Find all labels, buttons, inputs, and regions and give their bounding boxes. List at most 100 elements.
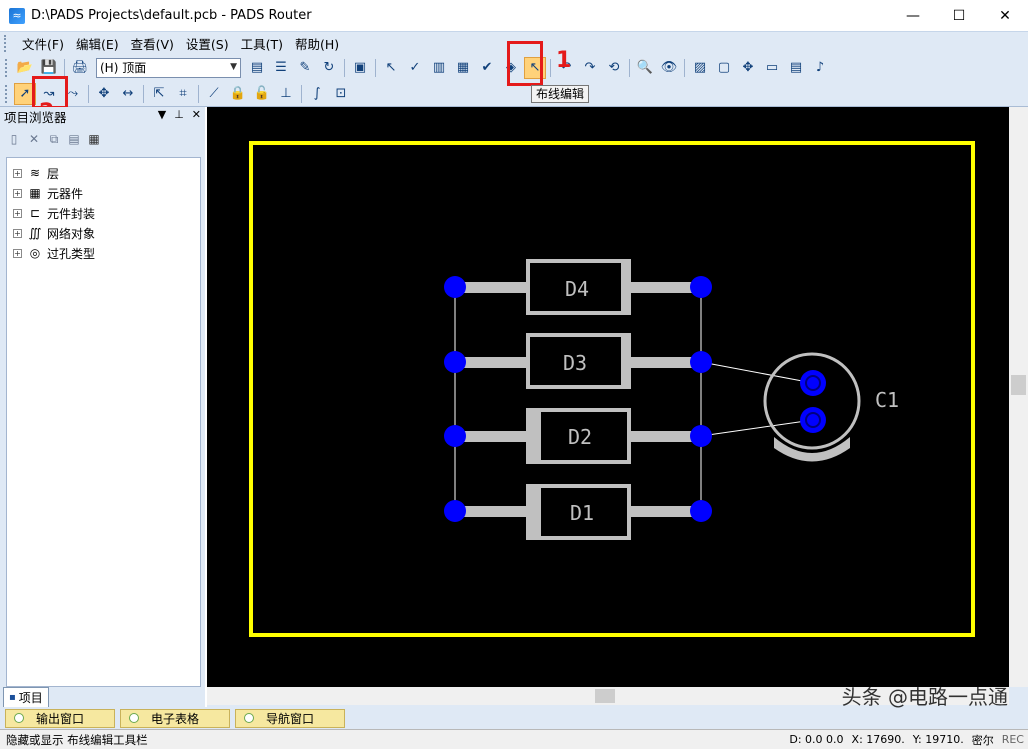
tree-item-via-types[interactable]: + ◎ 过孔类型: [7, 243, 200, 263]
separator: [88, 84, 89, 103]
tab-navigator[interactable]: 导航窗口: [235, 708, 345, 728]
redo-icon[interactable]: ↷: [579, 57, 601, 79]
menu-tools[interactable]: 工具(T): [235, 34, 289, 53]
tab-project[interactable]: ▪ 项目: [3, 687, 49, 707]
via-icon[interactable]: ⊥: [275, 83, 297, 105]
group-select-icon[interactable]: ⌗: [172, 83, 194, 105]
status-y: Y: 19710.: [912, 733, 964, 746]
trace-icon[interactable]: ⟋: [203, 83, 225, 105]
project-browser-title: 项目浏览器: [4, 110, 67, 125]
d2-lead: [627, 431, 701, 442]
tree-item-components[interactable]: + ▦ 元器件: [7, 183, 200, 203]
view-icon[interactable]: 👁: [658, 57, 680, 79]
copy-icon[interactable]: ⧉: [44, 129, 64, 149]
d4-pad-2: [690, 276, 712, 298]
horizontal-scroll-thumb[interactable]: [595, 689, 615, 703]
pin-icon[interactable]: ⊥: [174, 108, 184, 121]
tree-item-label: 元器件: [47, 186, 84, 201]
component-d1[interactable]: D1: [444, 484, 712, 540]
new-icon[interactable]: ▯: [4, 129, 24, 149]
d3-refdes: D3: [563, 351, 587, 375]
pan-icon[interactable]: ▨: [689, 57, 711, 79]
tree-item-nets[interactable]: + ∭ 网络对象: [7, 223, 200, 243]
drc-icon[interactable]: ✓: [404, 57, 426, 79]
tree-item-label: 层: [47, 166, 60, 181]
lock-icon[interactable]: 🔒: [227, 83, 249, 105]
expand-icon[interactable]: +: [13, 208, 22, 218]
menu-file[interactable]: 文件(F): [16, 34, 70, 53]
menubar-grip[interactable]: [4, 34, 10, 52]
close-icon[interactable]: ✕: [192, 108, 201, 121]
menu-setup[interactable]: 设置(S): [180, 34, 235, 53]
tree-item-label: 元件封装: [47, 206, 96, 221]
component-d3[interactable]: D3: [444, 333, 712, 389]
toolbar-grip[interactable]: [5, 58, 9, 77]
pcb-canvas[interactable]: D4 D3 D2 D1 C1: [207, 107, 1009, 687]
move-icon[interactable]: ✥: [93, 83, 115, 105]
refresh-icon[interactable]: ↻: [318, 57, 340, 79]
tree-item-layers[interactable]: + ≋ 层: [7, 163, 200, 183]
d4-pad-1: [444, 276, 466, 298]
verify-icon[interactable]: ✔: [476, 57, 498, 79]
center-icon[interactable]: ✥: [737, 57, 759, 79]
menu-help[interactable]: 帮助(H): [289, 34, 345, 53]
menu-view[interactable]: 查看(V): [125, 34, 180, 53]
stretch-icon[interactable]: ↔: [117, 83, 139, 105]
tab-output-window[interactable]: 输出窗口: [5, 708, 115, 728]
toolbar-grip[interactable]: [5, 84, 9, 103]
paste-icon[interactable]: ▤: [64, 129, 84, 149]
layer-list-icon[interactable]: ☰: [270, 57, 292, 79]
bottom-window-tabs: 输出窗口 电子表格 导航窗口 头条 @电路一点通: [0, 685, 1028, 729]
annotation-1: 1: [556, 48, 572, 73]
navigator-icon[interactable]: ♪: [809, 57, 831, 79]
spreadsheet-icon[interactable]: ▤: [785, 57, 807, 79]
status-dot-icon: [14, 713, 24, 723]
report-route-icon[interactable]: ⊡: [330, 83, 352, 105]
separator: [629, 58, 630, 77]
vertical-scroll-thumb[interactable]: [1011, 375, 1026, 395]
brush-icon[interactable]: ✎: [294, 57, 316, 79]
component-d4[interactable]: D4: [444, 259, 712, 315]
delete-icon[interactable]: ✕: [24, 129, 44, 149]
minimize-button[interactable]: —: [890, 0, 936, 31]
properties-icon[interactable]: ▤: [246, 57, 268, 79]
tab-spreadsheet[interactable]: 电子表格: [120, 708, 230, 728]
component-c1[interactable]: C1: [763, 352, 899, 462]
tune-icon[interactable]: ∫: [306, 83, 328, 105]
menu-edit[interactable]: 编辑(E): [70, 34, 125, 53]
expand-icon[interactable]: +: [13, 168, 22, 178]
print-icon[interactable]: 🖨: [69, 57, 91, 79]
netlist-icon[interactable]: ▦: [452, 57, 474, 79]
tree-item-footprints[interactable]: + ⊏ 元件封装: [7, 203, 200, 223]
maximize-button[interactable]: ☐: [936, 0, 982, 31]
zoom-icon[interactable]: 🔍: [634, 57, 656, 79]
title-bar: ≈ D:\PADS Projects\default.pcb - PADS Ro…: [0, 0, 1028, 31]
d1-pad-2: [690, 500, 712, 522]
layer-select[interactable]: (H) 顶面 ▼: [96, 57, 241, 78]
component-d2[interactable]: D2: [444, 408, 712, 464]
ratsnest-line: [700, 419, 814, 437]
d1-lead: [627, 506, 701, 517]
expand-icon[interactable]: +: [13, 248, 22, 258]
corner-icon[interactable]: ⇱: [148, 83, 170, 105]
d1-lead: [455, 506, 530, 517]
redraw-icon[interactable]: ⟲: [603, 57, 625, 79]
unlock-icon[interactable]: 🔓: [251, 83, 273, 105]
d4-cathode-band: [621, 261, 630, 313]
footprint-icon: ⊏: [29, 206, 41, 220]
properties-icon[interactable]: ▦: [84, 129, 104, 149]
disabled-tool-icon[interactable]: ▣: [349, 57, 371, 79]
expand-icon[interactable]: +: [13, 228, 22, 238]
nets-icon: ∭: [28, 226, 42, 240]
separator: [301, 84, 302, 103]
report-icon[interactable]: ▥: [428, 57, 450, 79]
expand-icon[interactable]: +: [13, 188, 22, 198]
select-filter-icon[interactable]: ↖: [380, 57, 402, 79]
status-dot-icon: [129, 713, 139, 723]
output-window-icon[interactable]: ▭: [761, 57, 783, 79]
close-button[interactable]: ✕: [982, 0, 1028, 31]
window-icon[interactable]: ▢: [713, 57, 735, 79]
d3-cathode-band: [621, 335, 630, 387]
vertical-scrollbar[interactable]: [1009, 107, 1028, 687]
dropdown-icon[interactable]: ▼: [158, 108, 166, 121]
